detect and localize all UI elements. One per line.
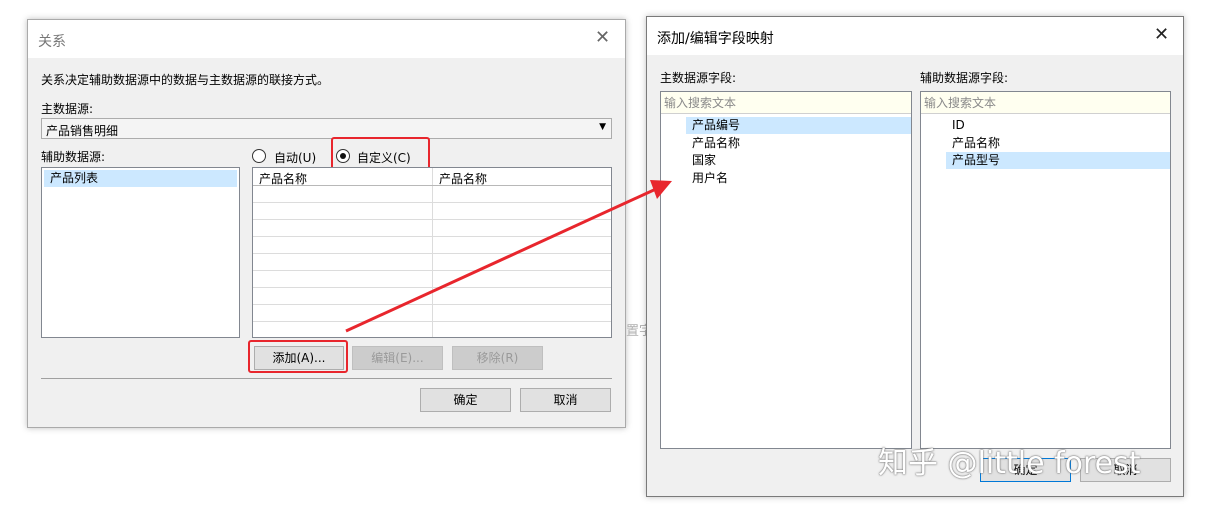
list-item[interactable]: 产品名称 xyxy=(952,135,1000,152)
primary-fields-list[interactable]: 输入搜索文本 产品编号 产品名称 国家 用户名 xyxy=(660,91,912,449)
separator xyxy=(41,378,612,379)
list-item[interactable]: 产品名称 xyxy=(692,135,740,152)
primary-source-dropdown[interactable]: 产品销售明细 ▼ xyxy=(41,118,612,139)
row-line xyxy=(253,304,611,305)
search-input-right[interactable]: 输入搜索文本 xyxy=(921,92,1170,114)
list-item[interactable]: 产品型号 xyxy=(946,152,1170,169)
highlight-custom-radio xyxy=(331,137,430,170)
secondary-source-label: 辅助数据源: xyxy=(41,150,106,164)
row-line xyxy=(253,287,611,288)
mapping-dialog-title: 添加/编辑字段映射 xyxy=(657,31,774,47)
close-icon[interactable]: ✕ xyxy=(595,29,610,47)
list-item[interactable]: ID xyxy=(952,117,965,134)
ok-button[interactable]: 确定 xyxy=(420,388,511,412)
primary-source-label: 主数据源: xyxy=(41,102,94,116)
row-line xyxy=(253,236,611,237)
list-item[interactable]: 用户名 xyxy=(692,170,728,187)
row-line xyxy=(253,321,611,322)
field-mapping-grid[interactable]: 产品名称 产品名称 xyxy=(252,167,612,338)
watermark-text: 知乎 @little forest xyxy=(878,446,1141,481)
row-line xyxy=(253,253,611,254)
auto-radio-label: 自动(U) xyxy=(274,151,317,165)
auto-radio[interactable] xyxy=(252,149,266,163)
primary-fields-label: 主数据源字段: xyxy=(660,71,737,85)
close-icon[interactable]: ✕ xyxy=(1154,26,1169,44)
row-line xyxy=(253,219,611,220)
row-line xyxy=(253,185,611,186)
relation-dialog-title: 关系 xyxy=(38,34,66,50)
list-item[interactable]: 国家 xyxy=(692,152,716,169)
secondary-fields-label: 辅助数据源字段: xyxy=(920,71,1009,85)
mapping-dialog-titlebar: 添加/编辑字段映射 ✕ xyxy=(647,17,1183,55)
remove-button[interactable]: 移除(R) xyxy=(452,346,543,370)
edit-button[interactable]: 编辑(E)... xyxy=(352,346,443,370)
list-item[interactable]: 产品列表 xyxy=(44,170,237,187)
cancel-button[interactable]: 取消 xyxy=(520,388,611,412)
secondary-fields-list[interactable]: 输入搜索文本 ID 产品名称 产品型号 xyxy=(920,91,1171,449)
row-line xyxy=(253,270,611,271)
relation-dialog-titlebar: 关系 ✕ xyxy=(28,20,625,58)
field-mapping-dialog: 添加/编辑字段映射 ✕ 主数据源字段: 辅助数据源字段: 输入搜索文本 产品编号… xyxy=(646,16,1184,497)
secondary-source-list[interactable]: 产品列表 xyxy=(41,167,240,338)
primary-source-value: 产品销售明细 xyxy=(46,124,119,138)
dropdown-arrow-icon: ▼ xyxy=(599,122,606,132)
row-line xyxy=(253,202,611,203)
description-text: 关系决定辅助数据源中的数据与主数据源的联接方式。 xyxy=(41,73,330,87)
list-item[interactable]: 产品编号 xyxy=(686,117,911,134)
highlight-add-button xyxy=(248,340,348,373)
relation-dialog: 关系 ✕ 关系决定辅助数据源中的数据与主数据源的联接方式。 主数据源: 产品销售… xyxy=(27,19,626,428)
search-input-left[interactable]: 输入搜索文本 xyxy=(661,92,911,114)
